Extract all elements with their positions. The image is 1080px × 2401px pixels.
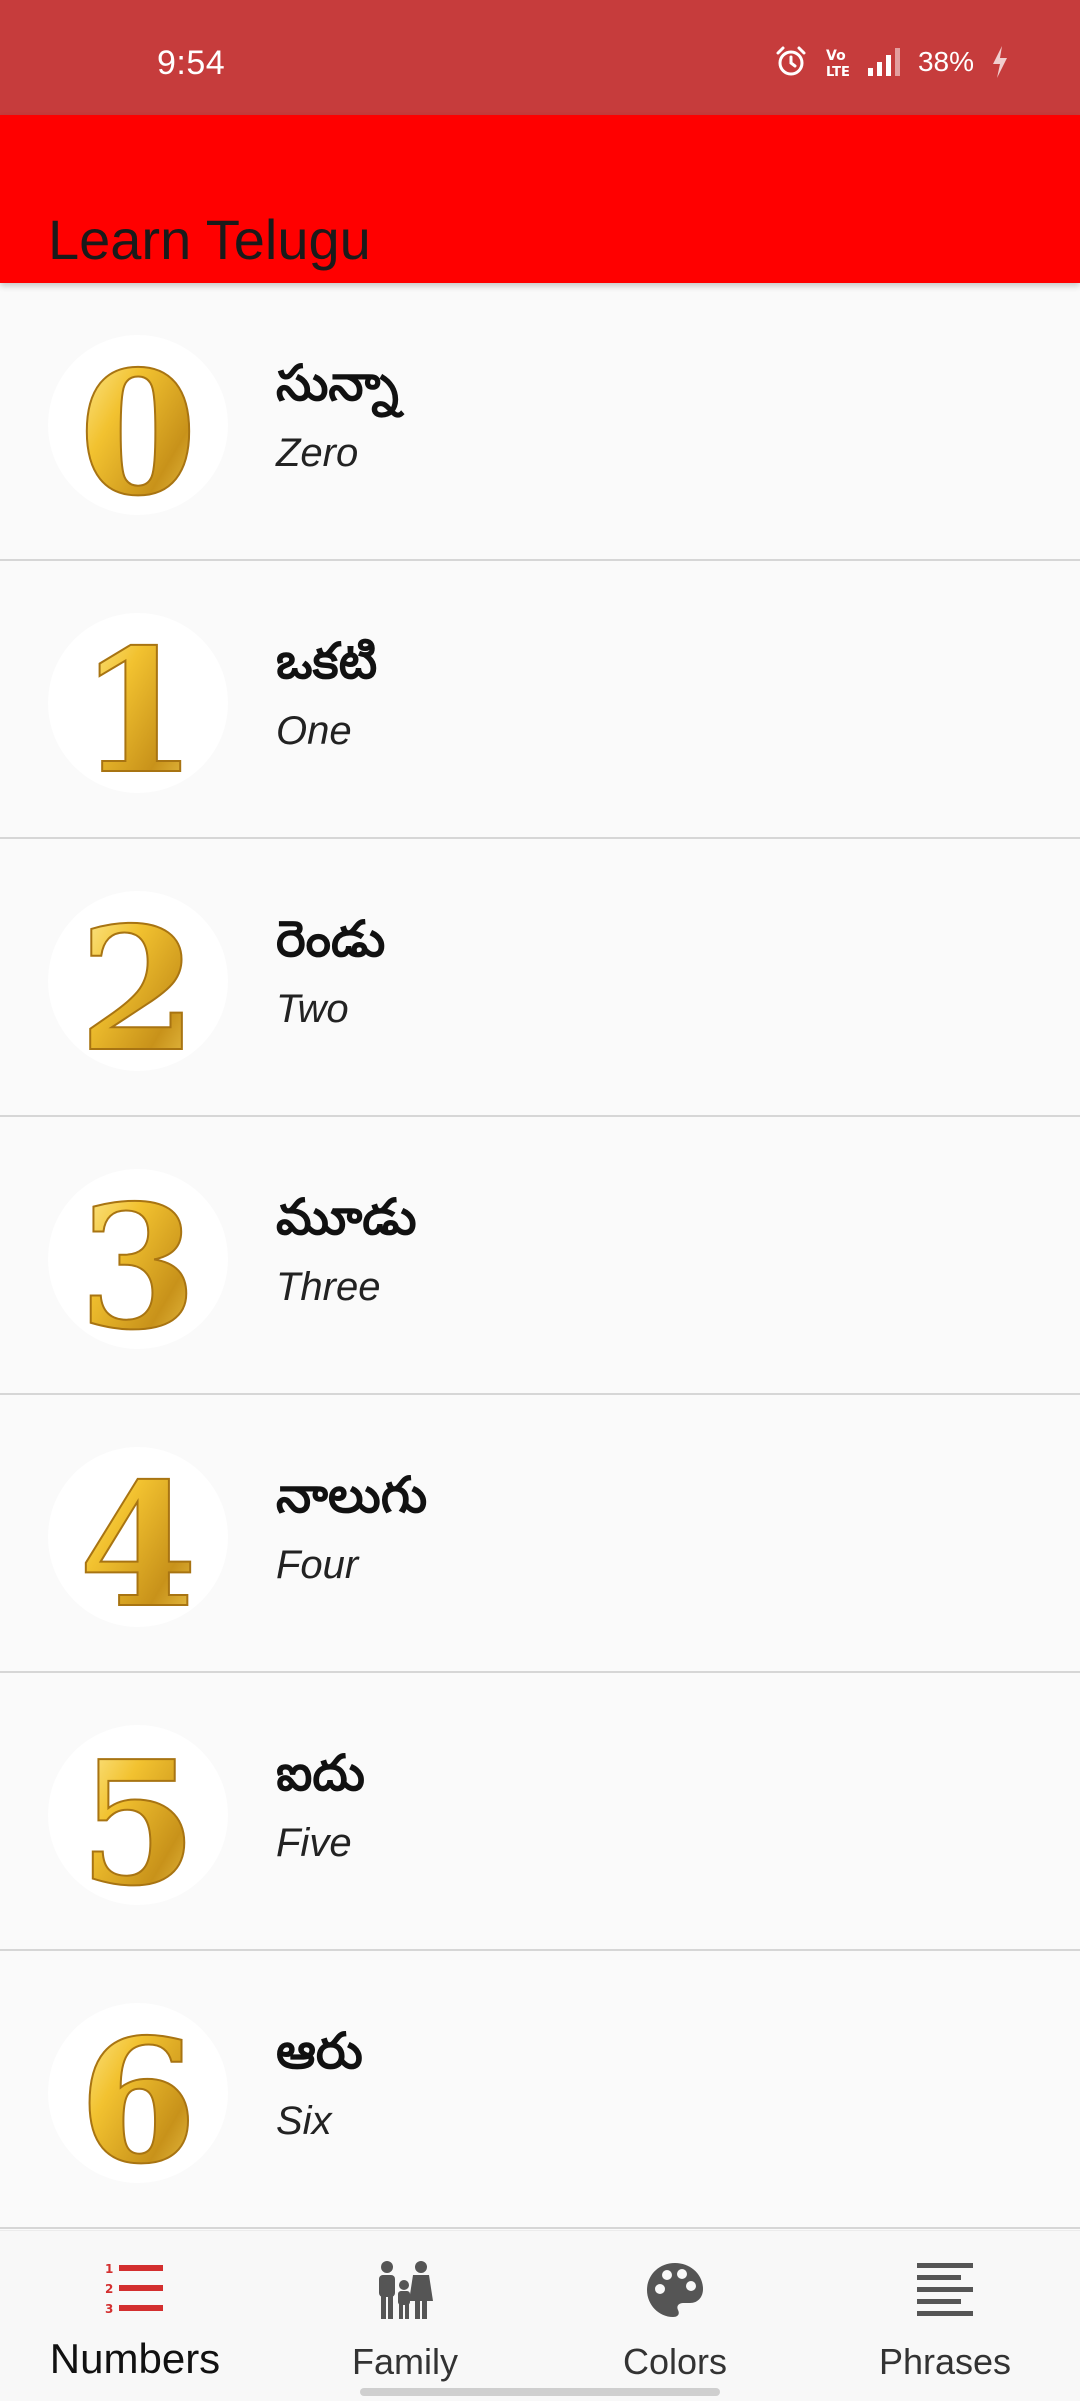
telugu-word: సున్నా	[276, 354, 399, 412]
number-image: 0	[48, 335, 228, 515]
nav-label: Family	[352, 2341, 458, 2382]
english-word: Two	[276, 987, 349, 1031]
number-image: 5	[48, 1725, 228, 1905]
svg-text:1: 1	[105, 2262, 113, 2276]
numbers-list[interactable]: 0 సున్నా Zero 1 ఒకటి One 2 రెండు Two 3 మ…	[0, 283, 1080, 2230]
list-item-six[interactable]: 6 ఆరు Six	[0, 1951, 1080, 2229]
number-digit: 2	[79, 891, 197, 1071]
english-word: One	[276, 709, 352, 753]
number-digit: 4	[79, 1447, 197, 1627]
telugu-word: రెండు	[276, 910, 386, 968]
nav-label: Colors	[622, 2341, 728, 2382]
signal-icon	[866, 46, 902, 78]
nav-item-colors[interactable]: Colors	[540, 2231, 810, 2401]
home-indicator[interactable]	[360, 2388, 720, 2396]
list-item-four[interactable]: 4 నాలుగు Four	[0, 1395, 1080, 1673]
svg-text:Vo: Vo	[826, 48, 846, 64]
svg-text:LTE: LTE	[826, 65, 850, 79]
number-image: 4	[48, 1447, 228, 1627]
telugu-word: నాలుగు	[276, 1466, 428, 1524]
svg-text:2: 2	[105, 2282, 113, 2296]
number-digit: 5	[79, 1725, 197, 1905]
list-item-five[interactable]: 5 ఐదు Five	[0, 1673, 1080, 1951]
list-item-two[interactable]: 2 రెండు Two	[0, 839, 1080, 1117]
status-bar: 9:54 Vo LTE 38%	[0, 0, 1080, 115]
nav-label: Numbers	[49, 2335, 221, 2382]
nav-item-family[interactable]: Family	[270, 2231, 540, 2401]
svg-text:3: 3	[105, 2302, 113, 2316]
nav-label: Phrases	[878, 2341, 1012, 2382]
battery-percentage: 38%	[917, 46, 974, 77]
telugu-word: ఆరు	[276, 2022, 363, 2080]
status-time: 9:54	[157, 44, 226, 82]
number-image: 3	[48, 1169, 228, 1349]
volte-icon: Vo LTE	[824, 45, 850, 79]
family-icon	[373, 2259, 437, 2323]
english-word: Three	[276, 1265, 381, 1309]
english-word: Zero	[276, 431, 359, 475]
charging-icon	[990, 45, 1010, 79]
telugu-word: ఐదు	[276, 1744, 365, 1802]
telugu-word: ఒకటి	[276, 632, 378, 690]
number-digit: 3	[79, 1169, 197, 1349]
numbered-list-icon: 1 2 3	[103, 2259, 167, 2323]
list-item-zero[interactable]: 0 సున్నా Zero	[0, 283, 1080, 561]
text-lines-icon	[913, 2259, 977, 2323]
nav-item-phrases[interactable]: Phrases	[810, 2231, 1080, 2401]
english-word: Six	[276, 2099, 332, 2143]
status-icons: Vo LTE 38%	[774, 42, 1010, 82]
number-digit: 1	[79, 613, 197, 793]
list-item-three[interactable]: 3 మూడు Three	[0, 1117, 1080, 1395]
alarm-icon	[774, 45, 808, 79]
english-word: Five	[276, 1821, 352, 1865]
list-item-one[interactable]: 1 ఒకటి One	[0, 561, 1080, 839]
number-image: 2	[48, 891, 228, 1071]
number-digit: 6	[79, 2003, 197, 2183]
palette-icon	[643, 2259, 707, 2323]
number-image: 1	[48, 613, 228, 793]
app-title: Learn Telugu	[48, 207, 371, 271]
bottom-navigation: 1 2 3 Numbers Family Colors Phrases	[0, 2230, 1080, 2401]
app-bar: Learn Telugu	[0, 115, 1080, 283]
nav-item-numbers[interactable]: 1 2 3 Numbers	[0, 2231, 270, 2401]
telugu-word: మూడు	[276, 1188, 417, 1246]
number-image: 6	[48, 2003, 228, 2183]
english-word: Four	[276, 1543, 359, 1587]
number-digit: 0	[79, 335, 197, 515]
